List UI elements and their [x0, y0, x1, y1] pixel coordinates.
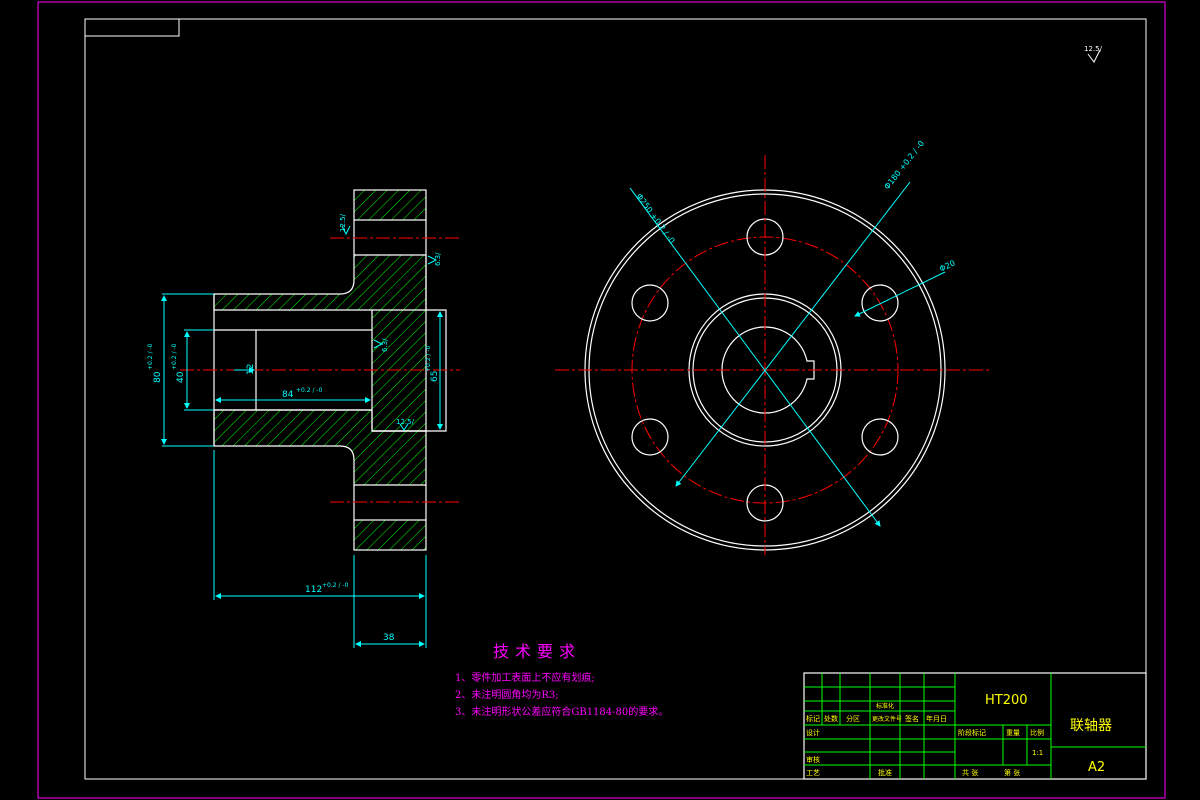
general-roughness-symbol: 12.5/ [1084, 45, 1103, 63]
roughness-bore-face: 6.3/ [434, 252, 442, 266]
tb-label-standardization: 标准化 [876, 702, 894, 710]
section-view: 80 +0.2 / -0 40 +0.2 / -0 12 84 +0.2 / -… [147, 189, 462, 648]
tb-label-stage-mark: 阶段标记 [958, 728, 986, 737]
corner-code-box [84, 18, 180, 37]
tb-sheet-size: A2 [1088, 760, 1105, 775]
dim-overall-dia: 80 [153, 371, 163, 383]
hatch-flange-top [353, 189, 427, 221]
technical-requirements: 技术要求 1、零件加工表面上不应有划痕; 2、未注明圆角均为R3; 3、未注明形… [455, 638, 668, 721]
tb-label-date: 年月日 [926, 714, 947, 723]
dim-keyway: 12 [246, 364, 256, 375]
tb-label-scale: 比例 [1030, 728, 1044, 737]
dim-overall-dia-tol: +0.2 / -0 [147, 343, 154, 370]
dim-total-length-tol: +0.2 / -0 [322, 582, 349, 589]
dim-total-length: 112 [305, 585, 322, 595]
front-view: Φ250 +0.2 / -0 Φ180 +0.2 / -0 Φ20 [555, 139, 990, 555]
tb-scale-value: 1:1 [1032, 749, 1043, 757]
tech-requirements-title: 技术要求 [493, 642, 582, 661]
tb-label-sign: 签名 [905, 714, 919, 723]
roughness-flange-hole: 12.5/ [339, 213, 347, 232]
roughness-bore-inner: 6.3/ [381, 338, 389, 352]
tb-label-sheet-no: 第 张 [1004, 768, 1020, 777]
tb-label-change-doc: 更改文件号 [872, 715, 902, 723]
dim-shaft-dia-tol: +0.2 / -0 [171, 343, 178, 370]
hatch-flange-bottom [353, 519, 427, 551]
hatch-body-top [213, 254, 427, 432]
title-block: 标记 处数 分区 更改文件号 签名 年月日 设计 标准化 审核 工艺 批准 阶段… [803, 672, 1147, 780]
tb-part-name: 联轴器 [1070, 718, 1112, 734]
tech-requirement-item: 1、零件加工表面上不应有划痕; [455, 673, 595, 684]
tech-requirement-item: 2、未注明圆角均为R3; [455, 690, 559, 701]
tb-label-process: 工艺 [806, 769, 820, 777]
dim-flange-thickness: 38 [383, 633, 395, 643]
dim-hole-dia: Φ20 [938, 258, 957, 273]
tb-label-zone: 分区 [846, 714, 860, 723]
tb-label-sheets-total: 共 张 [962, 768, 978, 777]
roughness-flange-face: 12.5/ [396, 418, 415, 426]
tech-requirement-item: 3、未注明形状公差应符合GB1184-80的要求。 [455, 707, 669, 718]
dim-bore-dia-tol: +0.2 / -0 [425, 345, 432, 372]
dim-shaft-dia: 40 [176, 371, 186, 383]
tb-label-design: 设计 [806, 728, 820, 737]
dim-bore-depth: 84 [282, 390, 294, 400]
tb-label-count: 处数 [824, 714, 838, 723]
dim-bore-depth-tol: +0.2 / -0 [296, 387, 323, 394]
dim-outer-dia: Φ250 +0.2 / -0 [634, 192, 676, 245]
tb-label-review: 审核 [806, 755, 820, 764]
tb-label-weight: 重量 [1006, 729, 1020, 737]
dim-pitch-circle: Φ180 +0.2 / -0 [882, 139, 926, 191]
general-roughness-label: 12.5/ [1084, 45, 1103, 53]
tb-material: HT200 [985, 693, 1028, 708]
tb-label-approve: 批准 [878, 768, 892, 777]
tb-label-mark: 标记 [806, 714, 820, 723]
